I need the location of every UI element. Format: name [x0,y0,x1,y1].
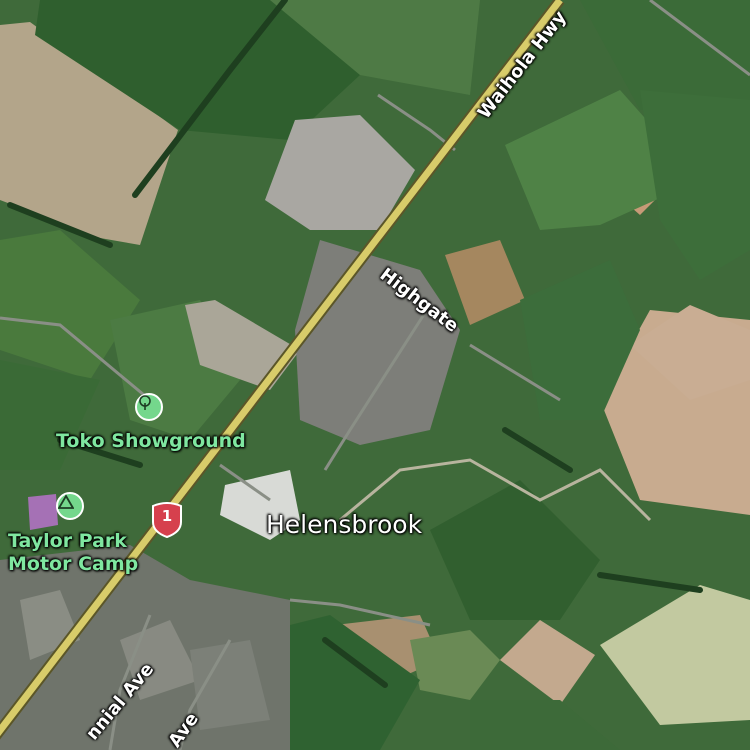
route-number: 1 [161,507,173,525]
satellite-map[interactable]: Waihola Hwy Highgate nnial Ave Ave Toko … [0,0,750,750]
place-label-helensbrook[interactable]: Helensbrook [266,511,422,539]
tree-icon[interactable] [135,393,163,421]
poi-label-taylor-park-motor-camp[interactable]: Taylor Park Motor Camp [8,530,138,576]
satellite-imagery [0,0,750,750]
poi-label-toko-showground[interactable]: Toko Showground [56,430,246,453]
poi-label-line-1: Taylor Park [8,530,127,552]
poi-label-line-2: Motor Camp [8,553,139,575]
campsite-icon[interactable] [56,492,84,520]
state-highway-shield: 1 [151,502,183,538]
